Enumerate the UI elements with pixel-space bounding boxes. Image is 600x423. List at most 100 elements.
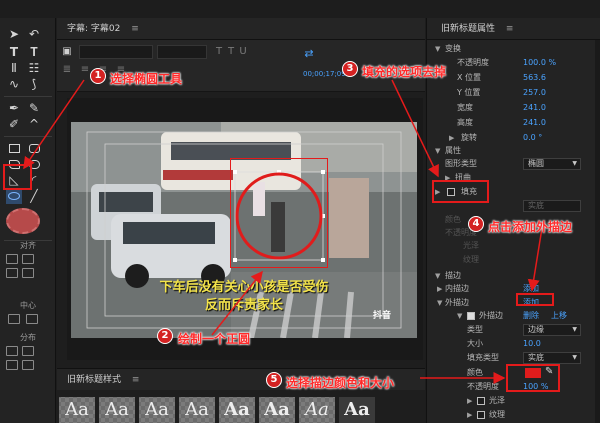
center-label: 中心 [20, 301, 36, 310]
move-up-link[interactable]: 上移 [551, 310, 567, 322]
font-size-icon[interactable]: T [213, 46, 225, 58]
ellipse-tool-icon[interactable] [6, 188, 22, 204]
line-tool-icon[interactable]: ╱ [26, 188, 42, 204]
fill-sheen-row: 光泽 [463, 241, 479, 250]
path-type-tool-icon[interactable]: ∿ [6, 76, 22, 92]
font-style-field[interactable] [157, 45, 207, 59]
pen-tool-icon[interactable]: ✒ [6, 100, 22, 116]
inner-stroke-row: ▶ 内描边 添加 [437, 284, 539, 293]
hamburger-icon[interactable]: ≡ [132, 375, 140, 385]
type-tool-icon[interactable]: T [6, 44, 22, 60]
section-stroke[interactable]: ▼ 描边 [427, 270, 600, 282]
stroke-type-dropdown[interactable]: 边缘 ▼ [523, 324, 581, 336]
annotation-badge: 3 [342, 61, 358, 77]
align-top-button[interactable] [6, 268, 18, 278]
timecode[interactable]: 00;00;17;09 [303, 70, 346, 78]
show-background-video-icon[interactable]: ⇄ [303, 48, 315, 60]
style-swatch[interactable]: Aa [179, 397, 215, 423]
annotation-box-ellipse-tool [3, 164, 32, 190]
distribute-button[interactable] [6, 346, 18, 356]
annotation-box-outer-stroke-add [516, 293, 554, 306]
divider [4, 136, 52, 137]
outer-stroke-item: ▼ 外描边 删除 上移 [457, 310, 567, 322]
prop-y: Y 位置 257.0 [457, 88, 546, 97]
vertical-type-tool-icon[interactable]: Ⅱ [6, 60, 22, 76]
style-swatch[interactable]: Aa [139, 397, 175, 423]
annotation-badge: 2 [157, 328, 173, 344]
divider [4, 96, 52, 97]
tab-stops-icon[interactable]: ≣ [61, 64, 73, 76]
hamburger-icon[interactable]: ≡ [131, 24, 139, 34]
annotation-badge: 4 [468, 216, 484, 232]
add-anchor-tool-icon[interactable]: ✎ [26, 100, 42, 116]
video-subtitle-line1: 下车后没有关心小孩是否受伤 [159, 280, 329, 295]
center-horizontal-button[interactable] [8, 314, 20, 324]
tools-panel: ➤ ↶ T 𝐓 Ⅱ ☷ ∿ ⟆ ✒ ✎ ✐ ^ ◺ ◜ ╱ 对齐 中心 分布 [0, 18, 56, 423]
underline-icon[interactable]: U [237, 46, 249, 58]
prop-opacity: 不透明度 100.0 % [457, 58, 557, 67]
distribute-button[interactable] [22, 346, 34, 356]
style-swatch[interactable]: Aa [99, 397, 135, 423]
stroke-sheen-row: ▶ 光泽 [467, 396, 505, 405]
center-vertical-button[interactable] [26, 314, 38, 324]
fill-texture-row: 纹理 [463, 255, 479, 264]
delete-anchor-tool-icon[interactable]: ✐ [6, 116, 22, 132]
panel-header: 字幕: 字幕02 ≡ [57, 18, 425, 40]
prop-rotation: ▶ 旋转 0.0 ° [449, 133, 543, 142]
style-swatch[interactable]: Aa [219, 397, 255, 423]
rectangle-tool-icon[interactable] [6, 140, 22, 156]
outer-stroke-row: ▼ 外描边 添加 [437, 298, 539, 307]
hamburger-icon[interactable]: ≡ [506, 24, 514, 34]
selection-tool-icon[interactable]: ➤ [6, 26, 22, 42]
vertical-path-type-tool-icon[interactable]: ⟆ [26, 76, 42, 92]
props-title: 旧新标题属性 [441, 24, 496, 34]
video-subtitle-line2: 反而斥责家长 [204, 298, 283, 313]
annotation-text: 填充的选项去掉 [362, 65, 447, 79]
annotation-box-fill [432, 180, 489, 203]
font-family-field[interactable] [79, 45, 153, 59]
align-center-button[interactable] [22, 254, 34, 264]
style-swatch[interactable]: Aa [59, 397, 95, 423]
prop-x: X 位置 563.6 [457, 73, 546, 82]
rotate-tool-icon[interactable]: ↶ [26, 26, 42, 42]
prop-height: 高度 241.0 [457, 118, 546, 127]
delete-stroke-link[interactable]: 删除 [523, 310, 539, 322]
annotation-text: 选择描边颜色和大小 [286, 376, 395, 390]
panel-title: 字幕: 字幕02 [67, 24, 121, 34]
annotation-text: 点击添加外描边 [488, 220, 573, 234]
styles-panel-title: 旧新标题样式 [67, 375, 122, 385]
props-header: 旧新标题属性 ≡ [427, 18, 600, 40]
style-swatch[interactable]: Aa [259, 397, 295, 423]
style-swatch[interactable]: Aa [299, 397, 335, 423]
kerning-icon[interactable]: T [225, 46, 237, 58]
new-title-icon[interactable]: ▣ [61, 46, 73, 58]
align-left-button[interactable] [6, 254, 18, 264]
vertical-area-type-tool-icon[interactable]: ☷ [26, 60, 42, 76]
align-label: 对齐 [20, 241, 36, 250]
video-watermark: 抖音 [373, 311, 392, 321]
shape-preview-thumbnail [6, 208, 40, 234]
section-transform[interactable]: ▼ 变换 [427, 43, 600, 55]
distribute-button[interactable] [22, 360, 34, 370]
area-type-tool-icon[interactable]: 𝐓 [26, 44, 42, 60]
stroke-size-row: 大小 10.0 [467, 339, 541, 348]
annotation-text: 绘制一个正圆 [178, 332, 251, 346]
section-properties[interactable]: ▼ 属性 [427, 145, 600, 157]
annotation-badge: 1 [90, 68, 106, 84]
fill-type-dropdown[interactable]: 实底 [523, 200, 581, 212]
app-window: ➤ ↶ T 𝐓 Ⅱ ☷ ∿ ⟆ ✒ ✎ ✐ ^ ◺ ◜ ╱ 对齐 中心 分布 字… [0, 0, 600, 423]
annotation-badge: 5 [266, 372, 282, 388]
align-middle-button[interactable] [22, 268, 34, 278]
stroke-fill-type-dropdown[interactable]: 实底 ▼ [523, 352, 581, 364]
annotation-box-circle [230, 158, 328, 268]
annotation-text: 选择椭圆工具 [110, 72, 183, 86]
style-swatch[interactable]: Aa [339, 397, 375, 423]
convert-anchor-tool-icon[interactable]: ^ [26, 116, 42, 132]
annotation-box-color-size [506, 364, 560, 392]
distribute-button[interactable] [6, 360, 18, 370]
stroke-texture-row: ▶ 纹理 [467, 410, 505, 419]
rounded-rectangle-tool-icon[interactable] [26, 140, 42, 156]
prop-width: 宽度 241.0 [457, 103, 546, 112]
distribute-label: 分布 [20, 333, 36, 342]
shape-type-dropdown[interactable]: 椭圆 ▼ [523, 158, 581, 170]
